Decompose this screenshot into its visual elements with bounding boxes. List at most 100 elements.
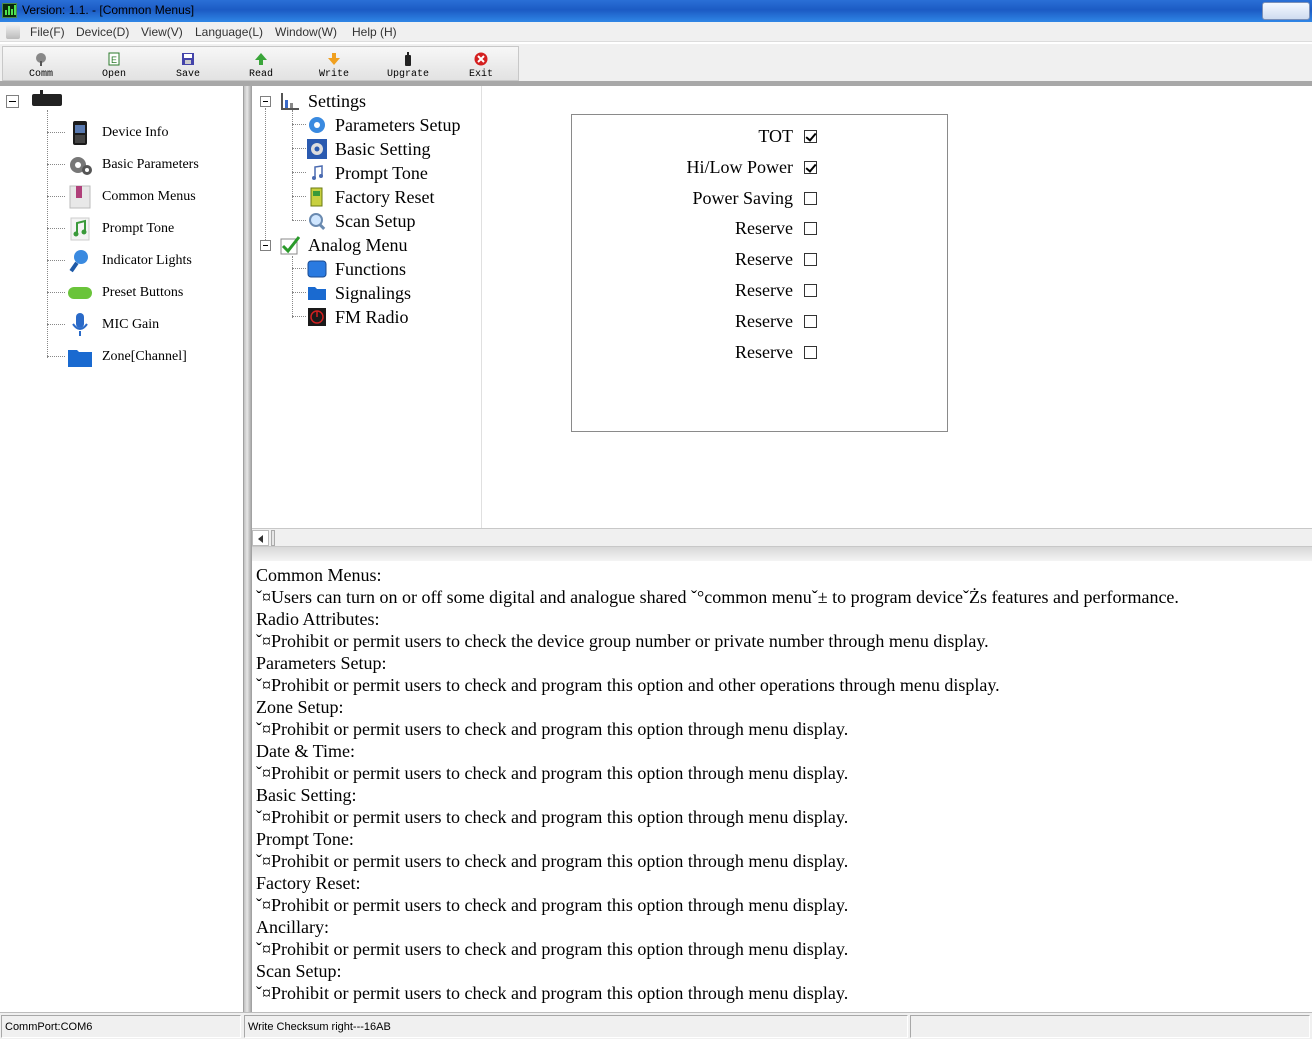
description-line: ˇ¤Prohibit or permit users to check and … (256, 895, 849, 915)
scan-setup-icon (309, 213, 326, 230)
option-checkbox[interactable] (804, 222, 817, 235)
write-button[interactable]: Write (304, 47, 364, 81)
factory-reset-icon (310, 187, 323, 207)
read-button[interactable]: Read (231, 47, 291, 81)
basic-parameters-icon (70, 157, 92, 175)
save-button[interactable]: Save (158, 47, 218, 81)
tree-node-label: Functions (335, 259, 407, 279)
option-checkbox[interactable] (804, 192, 817, 205)
option-checkbox[interactable] (804, 315, 817, 328)
option-row: Reserve (572, 249, 949, 273)
panel-splitter[interactable] (244, 86, 252, 1012)
option-row: Reserve (572, 280, 949, 304)
tree-node-label: Settings (308, 91, 367, 111)
menu-language[interactable]: Language(L) (195, 25, 263, 39)
comm-button[interactable]: Comm (11, 47, 71, 81)
tree-item-label: Indicator Lights (102, 253, 192, 268)
tree-node-label: Scan Setup (335, 211, 416, 231)
fm-radio-icon (308, 308, 326, 326)
read-button-label: Read (248, 69, 273, 80)
menu-file[interactable]: File(F) (30, 25, 65, 39)
option-row: TOT (572, 126, 949, 150)
description-line: ˇ¤Prohibit or permit users to check and … (256, 807, 849, 827)
settings-chart-icon (281, 93, 299, 110)
option-checkbox[interactable] (804, 346, 817, 359)
tree-node-label: Basic Setting (335, 139, 431, 159)
description-line: ˇ¤Prohibit or permit users to check and … (256, 851, 849, 871)
exit-button[interactable]: Exit (451, 47, 511, 81)
parameters-setup-icon (309, 117, 325, 133)
description-line: ˇ¤Prohibit or permit users to check and … (256, 719, 849, 739)
prompt-tone-icon (70, 217, 90, 241)
description-line: Basic Setting: (256, 785, 357, 805)
window-control-button[interactable] (1262, 2, 1310, 20)
option-label: Reserve (735, 342, 793, 362)
tree-node-label: Analog Menu (308, 235, 408, 255)
open-icon: E (108, 52, 120, 66)
menu-device[interactable]: Device(D) (76, 25, 129, 39)
write-button-label: Write (318, 69, 349, 80)
save-icon (182, 53, 194, 65)
status-comm-port: CommPort:COM6 (1, 1015, 241, 1038)
option-label: Reserve (735, 218, 793, 238)
read-icon (255, 53, 267, 65)
comm-button-label: Comm (28, 69, 53, 80)
option-label: Hi/Low Power (686, 157, 794, 177)
option-checkbox[interactable] (804, 253, 817, 266)
write-icon (328, 53, 340, 65)
device-tree-panel: Device Info Basic Parameters Common Menu… (0, 86, 244, 1012)
tree-item-label: Preset Buttons (102, 285, 184, 300)
upgrade-icon (405, 52, 411, 66)
option-label: Reserve (735, 311, 793, 331)
common-menus-options-box: TOT Hi/Low Power Power Saving Reserve Re… (571, 114, 948, 432)
basic-setting-icon (307, 139, 327, 159)
option-label: TOT (758, 126, 793, 146)
scroll-left-arrow-icon[interactable] (252, 530, 269, 546)
option-checkbox[interactable] (804, 130, 817, 143)
option-row: Reserve (572, 342, 949, 366)
preset-buttons-icon (68, 287, 92, 299)
open-button[interactable]: E Open (84, 47, 144, 81)
menu-window[interactable]: Window(W) (275, 25, 337, 39)
scrollbar-thumb[interactable] (271, 530, 275, 546)
prompt-tone-note-icon (312, 165, 323, 180)
zone-channel-icon (68, 350, 92, 367)
settings-collapse-toggle[interactable] (260, 96, 271, 107)
tree-collapse-toggle[interactable] (6, 95, 19, 108)
option-row: Power Saving (572, 188, 949, 212)
description-line: ˇ¤Prohibit or permit users to check the … (256, 631, 989, 651)
svg-text:E: E (111, 55, 117, 65)
description-line: ˇ¤Prohibit or permit users to check and … (256, 939, 849, 959)
window-title: Version: 1.1. - [Common Menus] (22, 3, 195, 17)
description-line: ˇ¤Prohibit or permit users to check and … (256, 983, 849, 1003)
open-button-label: Open (101, 69, 126, 80)
comm-icon (36, 53, 46, 66)
radio-device-icon[interactable] (32, 90, 62, 106)
tree-node-label: Prompt Tone (335, 163, 428, 183)
menu-help[interactable]: Help (H) (352, 25, 397, 39)
option-label: Reserve (735, 249, 793, 269)
analog-menu-collapse-toggle[interactable] (260, 240, 271, 251)
document-menu-icon[interactable] (6, 25, 20, 39)
upgrade-button[interactable]: Upgrate (378, 47, 438, 81)
option-row: Hi/Low Power (572, 157, 949, 181)
description-line: ˇ¤Users can turn on or off some digital … (256, 587, 1179, 607)
analog-menu-check-icon (280, 236, 300, 255)
tree-item-label: Device Info (102, 125, 169, 140)
horizontal-scrollbar[interactable] (252, 528, 1312, 547)
status-bar: CommPort:COM6 Write Checksum right---16A… (0, 1012, 1312, 1039)
toolbar-buttons: Comm E Open Save Read Write Upgrate Exit (2, 46, 519, 81)
common-menus-icon (69, 185, 91, 209)
menu-view[interactable]: View(V) (141, 25, 183, 39)
option-checkbox[interactable] (804, 284, 817, 297)
pane-splitter[interactable] (252, 547, 1312, 561)
exit-button-label: Exit (468, 69, 493, 80)
functions-icon (307, 260, 327, 278)
option-row: Reserve (572, 311, 949, 335)
option-row: Reserve (572, 218, 949, 242)
description-line: Date & Time: (256, 741, 356, 761)
status-checksum: Write Checksum right---16AB (244, 1015, 908, 1038)
description-line: ˇ¤Prohibit or permit users to check and … (256, 675, 1000, 695)
option-checkbox[interactable] (804, 161, 817, 174)
menu-bar: File(F) Device(D) View(V) Language(L) Wi… (0, 22, 1312, 42)
